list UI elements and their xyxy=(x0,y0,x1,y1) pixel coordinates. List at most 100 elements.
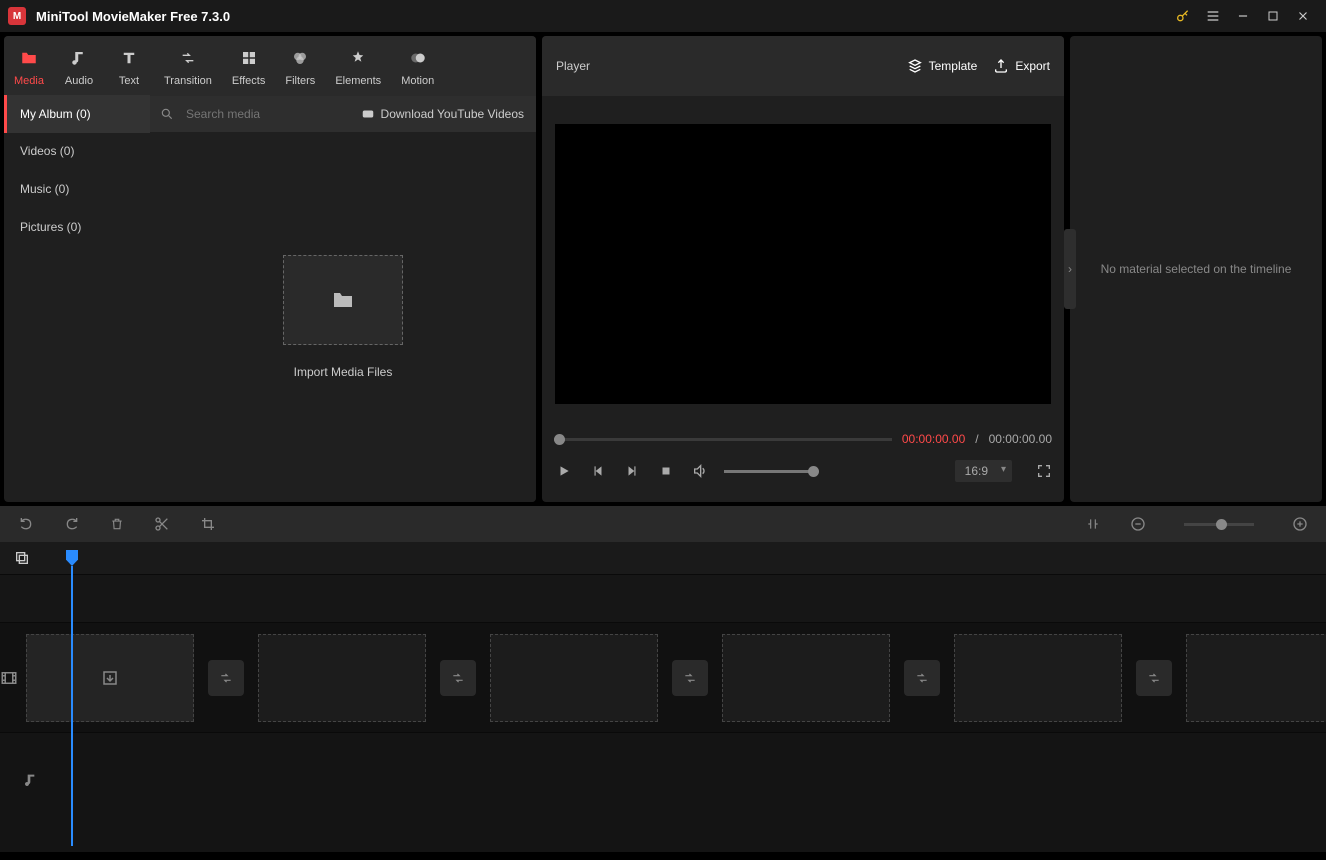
split-button[interactable] xyxy=(154,516,170,532)
fullscreen-button[interactable] xyxy=(1036,463,1052,479)
sidebar-item-my-album[interactable]: My Album (0) xyxy=(4,95,150,133)
tab-filters[interactable]: Filters xyxy=(275,36,325,96)
tab-transition[interactable]: Transition xyxy=(154,36,222,96)
aspect-ratio-select[interactable]: 16:9 xyxy=(955,460,1012,482)
zoom-in-button[interactable] xyxy=(1292,516,1308,532)
maximize-button[interactable] xyxy=(1258,1,1288,31)
template-icon xyxy=(907,58,923,74)
hamburger-menu-icon[interactable] xyxy=(1198,1,1228,31)
audio-track[interactable] xyxy=(0,732,1326,826)
undo-button[interactable] xyxy=(18,516,34,532)
sidebar-item-pictures[interactable]: Pictures (0) xyxy=(4,208,150,246)
zoom-out-button[interactable] xyxy=(1130,516,1146,532)
sidebar-item-music[interactable]: Music (0) xyxy=(4,170,150,208)
app-title: MiniTool MovieMaker Free 7.3.0 xyxy=(36,9,1168,24)
tab-label: Text xyxy=(119,75,139,87)
app-logo-icon: M xyxy=(8,7,26,25)
download-youtube-button[interactable]: Download YouTube Videos xyxy=(349,107,536,121)
add-track-button[interactable] xyxy=(14,550,30,566)
audio-track-icon xyxy=(0,772,62,788)
playhead-marker[interactable] xyxy=(66,550,78,566)
activate-key-icon[interactable] xyxy=(1168,1,1198,31)
transition-slot[interactable] xyxy=(208,660,244,696)
transition-slot[interactable] xyxy=(904,660,940,696)
zoom-slider[interactable] xyxy=(1184,523,1254,526)
tab-motion[interactable]: Motion xyxy=(391,36,444,96)
import-media-label: Import Media Files xyxy=(294,365,393,379)
video-track-icon xyxy=(0,669,18,687)
clip-slot[interactable] xyxy=(1186,634,1326,722)
sidebar-item-label: Videos (0) xyxy=(20,144,74,158)
filters-icon xyxy=(291,47,309,69)
import-clip-icon xyxy=(101,669,119,687)
sidebar-item-videos[interactable]: Videos (0) xyxy=(4,132,150,170)
folder-icon xyxy=(329,288,357,312)
tab-label: Effects xyxy=(232,75,265,87)
media-sidebar: Videos (0) Music (0) Pictures (0) xyxy=(4,132,150,502)
tab-label: Elements xyxy=(335,75,381,87)
prev-frame-button[interactable] xyxy=(588,464,608,478)
time-separator: / xyxy=(975,432,978,446)
collapse-panel-handle[interactable]: › xyxy=(1064,229,1076,309)
tab-elements[interactable]: Elements xyxy=(325,36,391,96)
clip-slot[interactable] xyxy=(26,634,194,722)
tab-label: Media xyxy=(14,75,44,87)
export-label: Export xyxy=(1015,59,1050,73)
search-area: Download YouTube Videos xyxy=(150,96,536,132)
transition-slot[interactable] xyxy=(672,660,708,696)
tab-text[interactable]: Text xyxy=(104,36,154,96)
volume-button[interactable] xyxy=(690,463,710,479)
time-total: 00:00:00.00 xyxy=(989,432,1052,446)
video-track[interactable] xyxy=(0,622,1326,732)
volume-slider[interactable] xyxy=(724,470,814,473)
effects-icon xyxy=(240,47,258,69)
transition-slot[interactable] xyxy=(1136,660,1172,696)
timeline xyxy=(0,542,1326,852)
stop-button[interactable] xyxy=(656,465,676,477)
minimize-button[interactable] xyxy=(1228,1,1258,31)
play-button[interactable] xyxy=(554,464,574,478)
tab-audio[interactable]: Audio xyxy=(54,36,104,96)
folder-icon xyxy=(19,47,39,69)
music-note-icon xyxy=(70,47,88,69)
inspector-panel: › No material selected on the timeline xyxy=(1070,36,1322,502)
playback-progress-slider[interactable] xyxy=(554,438,892,441)
download-youtube-label: Download YouTube Videos xyxy=(381,107,524,121)
transition-icon xyxy=(178,47,198,69)
tab-effects[interactable]: Effects xyxy=(222,36,275,96)
inspector-empty-message: No material selected on the timeline xyxy=(1101,262,1292,276)
clip-slot[interactable] xyxy=(954,634,1122,722)
time-current: 00:00:00.00 xyxy=(902,432,965,446)
player-panel: Player Template Export 00:00:00.00 / 00:… xyxy=(542,36,1064,502)
clip-slot[interactable] xyxy=(722,634,890,722)
transition-slot[interactable] xyxy=(440,660,476,696)
elements-icon xyxy=(349,47,367,69)
template-button[interactable]: Template xyxy=(907,58,978,74)
media-panel: Media Audio Text Transition Effects Filt… xyxy=(4,36,536,502)
aspect-ratio-value: 16:9 xyxy=(965,464,988,478)
clip-slot[interactable] xyxy=(258,634,426,722)
text-track[interactable] xyxy=(0,574,1326,622)
search-input[interactable] xyxy=(180,103,349,125)
tab-media[interactable]: Media xyxy=(4,36,54,96)
crop-button[interactable] xyxy=(200,516,216,532)
close-button[interactable] xyxy=(1288,1,1318,31)
main-tabs: Media Audio Text Transition Effects Filt… xyxy=(4,36,536,96)
next-frame-button[interactable] xyxy=(622,464,642,478)
export-icon xyxy=(993,58,1009,74)
timeline-ruler[interactable] xyxy=(0,542,1326,574)
search-icon xyxy=(160,107,174,121)
export-button[interactable]: Export xyxy=(993,58,1050,74)
player-title: Player xyxy=(556,59,891,73)
download-icon xyxy=(361,107,375,121)
delete-button[interactable] xyxy=(110,516,124,532)
redo-button[interactable] xyxy=(64,516,80,532)
import-media-button[interactable] xyxy=(283,255,403,345)
playhead-line xyxy=(71,566,73,846)
tab-label: Filters xyxy=(285,75,315,87)
clip-slot[interactable] xyxy=(490,634,658,722)
fit-timeline-button[interactable] xyxy=(1086,516,1100,532)
template-label: Template xyxy=(929,59,978,73)
tab-label: Transition xyxy=(164,75,212,87)
sidebar-item-label: Pictures (0) xyxy=(20,220,81,234)
